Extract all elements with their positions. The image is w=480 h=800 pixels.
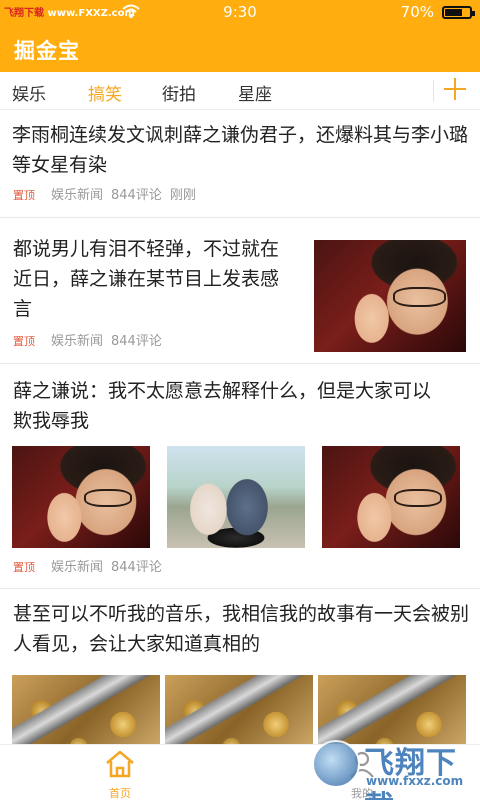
watermark-logo-icon <box>312 740 360 788</box>
battery-icon <box>442 6 475 19</box>
home-icon <box>106 750 134 778</box>
pinned-badge: 置顶 <box>13 335 35 348</box>
feed-article[interactable]: 李雨桐连续发文讽刺薛之谦伪君子，还爆料其与李小璐等女星有染 置顶 娱乐新闻 844评… <box>0 110 480 218</box>
article-source: 娱乐新闻 <box>51 188 104 203</box>
status-bar: 飞翔下载 www.FXXZ.com 9:30 70% <box>0 0 480 24</box>
article-title: 都说男儿有泪不轻弹，不过就在近日，薛之谦在某节目上发表感言 <box>13 238 280 320</box>
article-image[interactable] <box>165 675 313 744</box>
feed-article[interactable]: 都说男儿有泪不轻弹，不过就在近日，薛之谦在某节目上发表感言 置顶 娱乐新闻 844评… <box>0 218 480 364</box>
app-screen: 飞翔下载 www.FXXZ.com 9:30 70% 掘金宝 娱乐 搞笑 街拍 … <box>0 0 480 800</box>
article-meta: 置顶 娱乐新闻 844评论 刚刚 <box>13 184 196 203</box>
pinned-badge: 置顶 <box>13 189 35 202</box>
battery-nub <box>472 11 475 16</box>
article-comments: 844评论 <box>111 188 162 203</box>
watermark-text: 飞翔下载 <box>364 746 457 800</box>
article-meta: 置顶 娱乐新闻 844评论 <box>13 330 162 349</box>
news-feed: 李雨桐连续发文讽刺薛之谦伪君子，还爆料其与李小璐等女星有染 置顶 娱乐新闻 844评… <box>0 110 480 744</box>
feed-article[interactable]: 薛之谦说：我不太愿意去解释什么，但是大家可以欺我辱我 置顶 娱乐新闻 844评论 <box>0 364 480 589</box>
add-tab-plus-icon[interactable] <box>444 78 466 100</box>
app-header: 掘金宝 <box>0 24 480 72</box>
article-image[interactable] <box>167 446 305 548</box>
app-title: 掘金宝 <box>14 39 80 63</box>
article-thumbnail[interactable] <box>314 240 466 352</box>
tabs-divider <box>433 80 434 102</box>
nav-home-label: 首页 <box>109 787 131 800</box>
tab-entertainment[interactable]: 娱乐 <box>12 80 46 105</box>
article-time: 刚刚 <box>169 188 196 203</box>
article-comments: 844评论 <box>111 560 162 575</box>
tab-street-snap[interactable]: 街拍 <box>162 80 196 105</box>
article-title: 甚至可以不听我的音乐，我相信我的故事有一天会被别人看见，会让大家知道真相的 <box>13 603 470 655</box>
article-title: 薛之谦说：我不太愿意去解释什么，但是大家可以欺我辱我 <box>13 380 432 432</box>
category-tabs: 娱乐 搞笑 街拍 星座 <box>0 72 480 110</box>
battery-percent: 70% <box>400 3 434 21</box>
article-image-row <box>12 446 468 548</box>
article-image[interactable] <box>322 446 460 548</box>
battery-fill <box>445 9 462 16</box>
tab-horoscope[interactable]: 星座 <box>238 80 272 105</box>
article-comments: 844评论 <box>111 334 162 349</box>
feed-article[interactable]: 甚至可以不听我的音乐，我相信我的故事有一天会被别人看见，会让大家知道真相的 <box>0 589 480 744</box>
site-watermark: 飞翔下载 www.fxxz.com <box>312 736 472 800</box>
article-source: 娱乐新闻 <box>51 560 104 575</box>
pinned-badge: 置顶 <box>13 561 35 574</box>
watermark-url: www.fxxz.com <box>366 774 464 788</box>
tab-funny[interactable]: 搞笑 <box>88 80 122 105</box>
article-image[interactable] <box>12 446 150 548</box>
nav-home[interactable]: 首页 <box>80 749 160 800</box>
article-image-row <box>12 675 468 744</box>
article-source: 娱乐新闻 <box>51 334 104 349</box>
article-image[interactable] <box>318 675 466 744</box>
article-title: 李雨桐连续发文讽刺薛之谦伪君子，还爆料其与李小璐等女星有染 <box>12 124 469 176</box>
article-meta: 置顶 娱乐新闻 844评论 <box>13 556 162 575</box>
article-image[interactable] <box>12 675 160 744</box>
